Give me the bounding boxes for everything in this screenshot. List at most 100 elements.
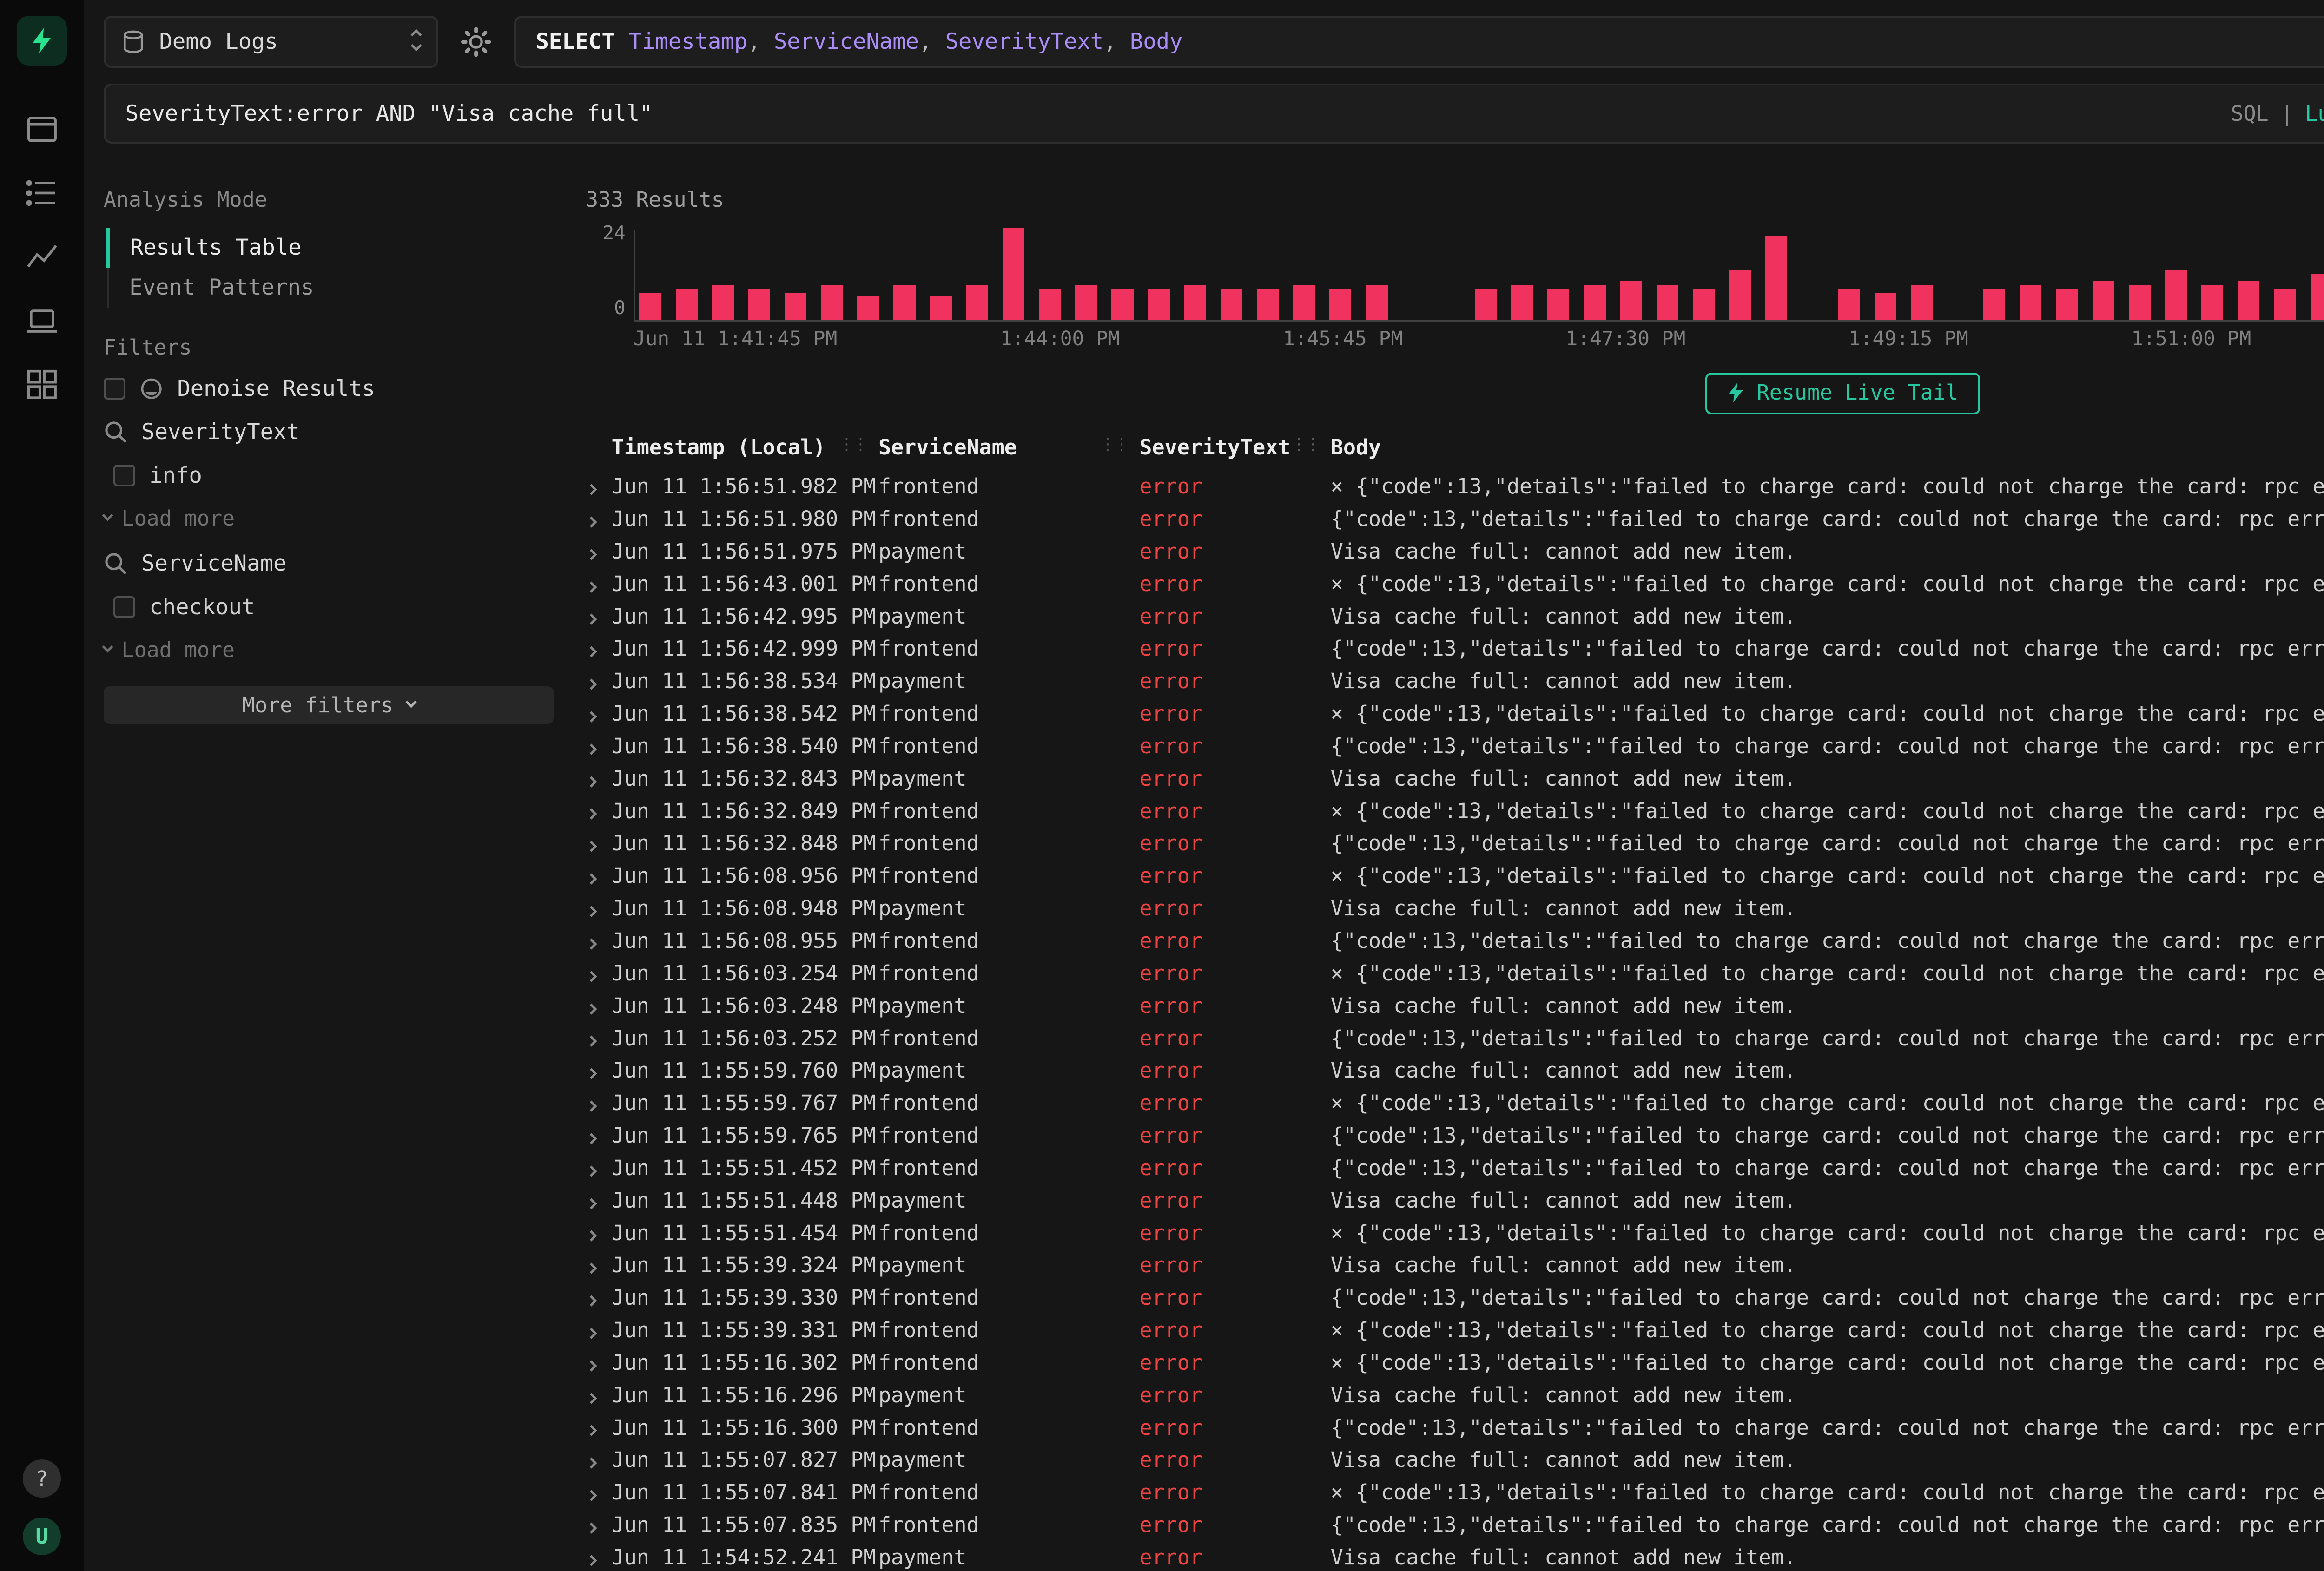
filter-option-checkout[interactable]: checkout: [104, 594, 554, 620]
filter-option-info[interactable]: info: [104, 463, 554, 488]
sql-mode-label[interactable]: SQL: [2231, 101, 2268, 126]
row-expander-icon[interactable]: [586, 1545, 612, 1570]
analysis-mode-results-table[interactable]: Results Table: [106, 228, 554, 268]
nav-window-icon[interactable]: [22, 110, 62, 150]
row-expander-icon[interactable]: [586, 1318, 612, 1342]
row-expander-icon[interactable]: [586, 506, 612, 531]
row-expander-icon[interactable]: [586, 1285, 612, 1310]
nav-dashboards-icon[interactable]: [22, 364, 62, 404]
row-expander-icon[interactable]: [586, 669, 612, 693]
column-resize-handle-icon[interactable]: ⋮⋮: [1291, 435, 1319, 454]
nav-logs-icon[interactable]: [22, 173, 62, 213]
table-row[interactable]: Jun 11 1:56:38.534 PMpaymenterrorVisa ca…: [586, 665, 2324, 697]
row-expander-icon[interactable]: [586, 1253, 612, 1277]
table-row[interactable]: Jun 11 1:55:07.841 PMfrontenderror× {"co…: [586, 1476, 2324, 1509]
table-row[interactable]: Jun 11 1:56:03.248 PMpaymenterrorVisa ca…: [586, 989, 2324, 1022]
table-row[interactable]: Jun 11 1:55:07.835 PMfrontenderror{"code…: [586, 1509, 2324, 1541]
table-row[interactable]: Jun 11 1:56:08.956 PMfrontenderror× {"co…: [586, 860, 2324, 892]
row-expander-icon[interactable]: [586, 604, 612, 629]
load-more-servicename[interactable]: Load more: [104, 638, 554, 662]
search-input[interactable]: SeverityText:error AND "Visa cache full"…: [104, 84, 2324, 144]
table-row[interactable]: Jun 11 1:55:39.324 PMpaymenterrorVisa ca…: [586, 1249, 2324, 1282]
row-expander-icon[interactable]: [586, 1123, 612, 1148]
denoise-results-toggle[interactable]: Denoise Results: [104, 376, 554, 401]
row-expander-icon[interactable]: [586, 701, 612, 726]
results-histogram[interactable]: 24 0 Jun 11 1:41:45 PM1:44:00 PM1:45:45 …: [586, 230, 2324, 350]
table-row[interactable]: Jun 11 1:56:32.849 PMfrontenderror× {"co…: [586, 795, 2324, 827]
table-row[interactable]: Jun 11 1:56:42.999 PMfrontenderror{"code…: [586, 632, 2324, 665]
row-expander-icon[interactable]: [586, 1091, 612, 1115]
row-expander-icon[interactable]: [586, 831, 612, 855]
nav-sessions-icon[interactable]: [22, 301, 62, 341]
column-header-severitytext[interactable]: SeverityText⋮⋮: [1139, 435, 1330, 460]
row-expander-icon[interactable]: [586, 1026, 612, 1051]
load-more-severitytext[interactable]: Load more: [104, 506, 554, 531]
table-row[interactable]: Jun 11 1:55:39.331 PMfrontenderror× {"co…: [586, 1314, 2324, 1347]
row-expander-icon[interactable]: [586, 928, 612, 953]
row-expander-icon[interactable]: [586, 1480, 612, 1505]
table-row[interactable]: Jun 11 1:56:51.982 PMfrontenderror× {"co…: [586, 470, 2324, 503]
row-expander-icon[interactable]: [586, 799, 612, 823]
info-checkbox[interactable]: [113, 465, 135, 486]
app-logo[interactable]: [17, 16, 66, 66]
help-button[interactable]: ?: [23, 1459, 60, 1497]
row-expander-icon[interactable]: [586, 636, 612, 661]
table-row[interactable]: Jun 11 1:56:03.254 PMfrontenderror× {"co…: [586, 957, 2324, 989]
table-row[interactable]: Jun 11 1:55:07.827 PMpaymenterrorVisa ca…: [586, 1444, 2324, 1476]
table-row[interactable]: Jun 11 1:56:03.252 PMfrontenderror{"code…: [586, 1022, 2324, 1054]
table-row[interactable]: Jun 11 1:56:08.948 PMpaymenterrorVisa ca…: [586, 892, 2324, 925]
select-columns-input[interactable]: SELECT Timestamp, ServiceName, SeverityT…: [514, 16, 2324, 67]
table-row[interactable]: Jun 11 1:56:43.001 PMfrontenderror× {"co…: [586, 567, 2324, 600]
column-header-body[interactable]: Body: [1331, 435, 2324, 460]
row-expander-icon[interactable]: [586, 1188, 612, 1213]
more-filters-button[interactable]: More filters: [104, 686, 554, 724]
table-row[interactable]: Jun 11 1:55:16.302 PMfrontenderror× {"co…: [586, 1347, 2324, 1379]
filter-group-servicename[interactable]: ServiceName: [104, 551, 554, 576]
filter-group-severitytext[interactable]: SeverityText: [104, 419, 554, 445]
row-expander-icon[interactable]: [586, 1350, 612, 1375]
lucene-mode-label[interactable]: Lucene: [2305, 101, 2324, 126]
table-row[interactable]: Jun 11 1:55:59.765 PMfrontenderror{"code…: [586, 1119, 2324, 1152]
row-expander-icon[interactable]: [586, 1383, 612, 1407]
column-header-timestamp[interactable]: Timestamp (Local)⋮⋮: [612, 435, 878, 460]
resume-live-tail-button[interactable]: Resume Live Tail: [1705, 373, 1980, 415]
table-row[interactable]: Jun 11 1:55:39.330 PMfrontenderror{"code…: [586, 1282, 2324, 1314]
row-expander-icon[interactable]: [586, 474, 612, 499]
analysis-mode-event-patterns[interactable]: Event Patterns: [109, 268, 554, 308]
row-expander-icon[interactable]: [586, 1156, 612, 1180]
nav-chart-icon[interactable]: [22, 237, 62, 277]
table-row[interactable]: Jun 11 1:54:52.241 PMpaymenterrorVisa ca…: [586, 1541, 2324, 1571]
table-row[interactable]: Jun 11 1:55:51.452 PMfrontenderror{"code…: [586, 1151, 2324, 1184]
row-expander-icon[interactable]: [586, 961, 612, 986]
checkout-checkbox[interactable]: [113, 596, 135, 618]
table-row[interactable]: Jun 11 1:56:32.843 PMpaymenterrorVisa ca…: [586, 762, 2324, 795]
table-row[interactable]: Jun 11 1:56:32.848 PMfrontenderror{"code…: [586, 827, 2324, 860]
table-row[interactable]: Jun 11 1:56:51.975 PMpaymenterrorVisa ca…: [586, 535, 2324, 567]
table-row[interactable]: Jun 11 1:56:08.955 PMfrontenderror{"code…: [586, 925, 2324, 957]
table-row[interactable]: Jun 11 1:55:59.767 PMfrontenderror× {"co…: [586, 1087, 2324, 1119]
row-expander-icon[interactable]: [586, 1512, 612, 1537]
table-row[interactable]: Jun 11 1:56:38.540 PMfrontenderror{"code…: [586, 730, 2324, 762]
table-row[interactable]: Jun 11 1:55:16.296 PMpaymenterrorVisa ca…: [586, 1379, 2324, 1411]
denoise-checkbox[interactable]: [104, 378, 125, 400]
source-settings-button[interactable]: [454, 16, 498, 67]
row-expander-icon[interactable]: [586, 1221, 612, 1245]
row-expander-icon[interactable]: [586, 896, 612, 920]
source-select[interactable]: Demo Logs: [104, 16, 438, 67]
row-expander-icon[interactable]: [586, 863, 612, 888]
user-avatar[interactable]: U: [23, 1518, 60, 1555]
search-mode-toggle[interactable]: SQL | Lucene: [2231, 101, 2324, 126]
row-expander-icon[interactable]: [586, 734, 612, 758]
table-row[interactable]: Jun 11 1:56:38.542 PMfrontenderror× {"co…: [586, 697, 2324, 730]
table-row[interactable]: Jun 11 1:56:42.995 PMpaymenterrorVisa ca…: [586, 600, 2324, 632]
row-expander-icon[interactable]: [586, 1058, 612, 1083]
table-row[interactable]: Jun 11 1:55:51.448 PMpaymenterrorVisa ca…: [586, 1184, 2324, 1216]
table-row[interactable]: Jun 11 1:55:51.454 PMfrontenderror× {"co…: [586, 1216, 2324, 1249]
histogram-bars[interactable]: [634, 230, 2324, 321]
row-expander-icon[interactable]: [586, 766, 612, 791]
row-expander-icon[interactable]: [586, 539, 612, 564]
row-expander-icon[interactable]: [586, 1415, 612, 1440]
table-row[interactable]: Jun 11 1:55:59.760 PMpaymenterrorVisa ca…: [586, 1054, 2324, 1087]
column-resize-handle-icon[interactable]: ⋮⋮: [1100, 435, 1128, 454]
table-row[interactable]: Jun 11 1:56:51.980 PMfrontenderror{"code…: [586, 503, 2324, 535]
